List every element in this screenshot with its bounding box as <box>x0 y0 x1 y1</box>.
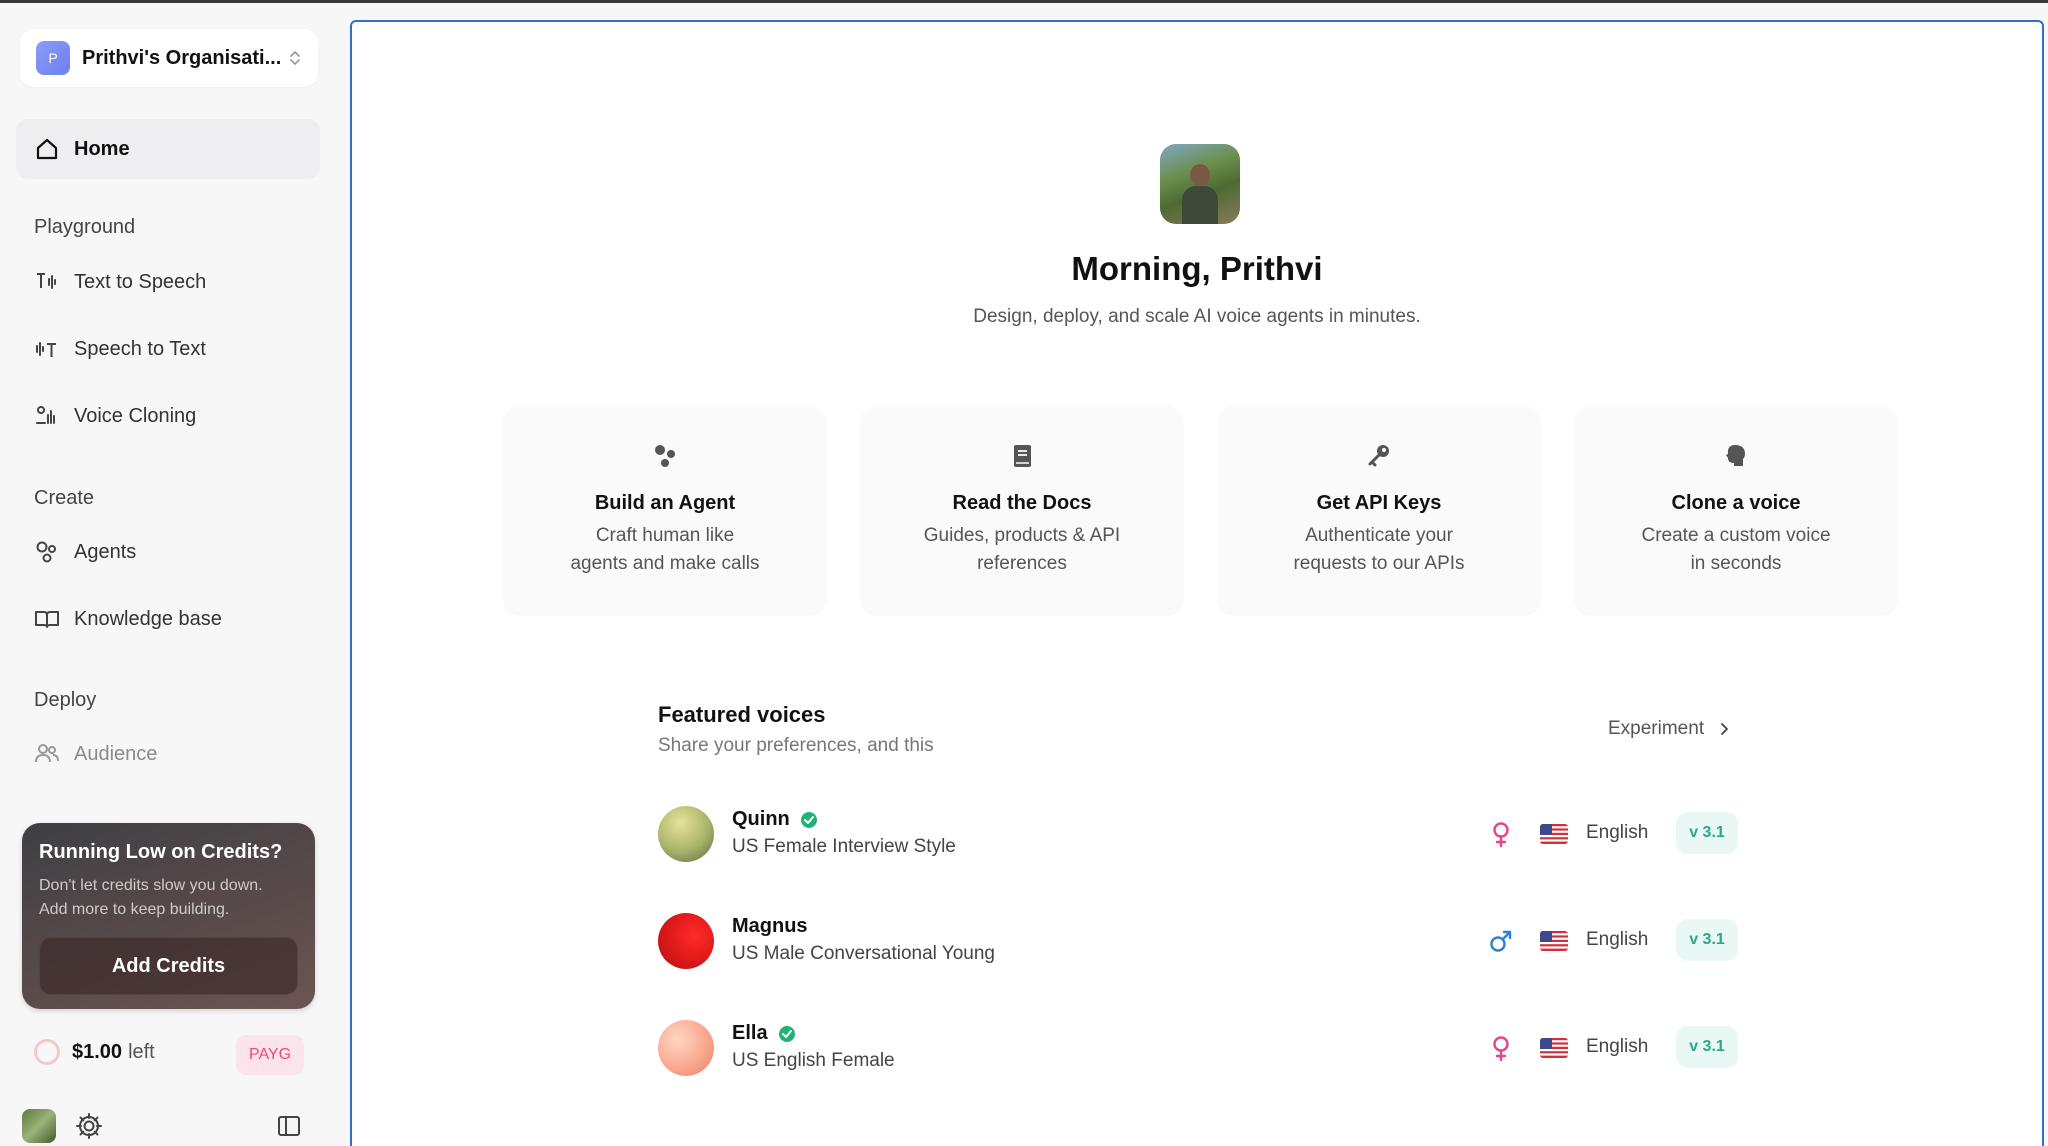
voice-name: Quinn <box>732 808 818 831</box>
card-description: Guides, products & API references <box>923 525 1121 574</box>
voice-language: English <box>1586 929 1649 950</box>
agents-icon <box>36 541 56 563</box>
low-credits-card: Running Low on Credits? Don't let credit… <box>22 823 315 1009</box>
us-flag-icon <box>1540 824 1568 844</box>
card-title: Build an Agent <box>594 492 736 514</box>
card-title: Read the Docs <box>952 492 1092 514</box>
sidebar-item-agents[interactable]: Agents <box>34 539 136 565</box>
verified-badge-icon <box>778 1025 795 1042</box>
org-name: Prithvi's Organisati... <box>82 46 282 69</box>
sidebar-item-home[interactable]: Home <box>16 119 320 179</box>
plan-badge[interactable]: PAYG <box>236 1035 304 1075</box>
profile-photo <box>1160 144 1240 224</box>
voice-row-quinn[interactable]: Quinn US Female Interview Style English … <box>658 806 1798 866</box>
verified-badge-icon <box>800 811 817 828</box>
voice-version-badge: v 3.1 <box>1676 812 1738 854</box>
voice-language: English <box>1586 1036 1649 1057</box>
balance-suffix: left <box>128 1040 155 1063</box>
card-description: Authenticate your requests to our APIs <box>1293 525 1465 574</box>
sidebar-item-knowledge-base[interactable]: Knowledge base <box>34 606 222 632</box>
credits-line-2: Add more to keep building. <box>39 901 230 918</box>
section-deploy: Deploy <box>34 689 97 711</box>
card-clone-voice[interactable]: Clone a voice Create a custom voice in se… <box>1575 406 1897 614</box>
credits-line-1: Don't let credits slow you down. <box>39 877 263 894</box>
book-open-icon <box>35 611 59 628</box>
voice-row-magnus[interactable]: Magnus US Male Conversational Young Engl… <box>658 913 1798 973</box>
sidebar-footer <box>22 1107 304 1143</box>
voice-avatar <box>658 913 714 969</box>
section-create: Create <box>34 487 95 509</box>
org-switcher[interactable]: P Prithvi's Organisati... <box>20 29 318 87</box>
voice-cloning-icon <box>36 406 55 424</box>
text-to-speech-icon <box>37 273 56 289</box>
voice-description: US Male Conversational Young <box>732 943 996 964</box>
org-avatar: P <box>36 41 70 75</box>
voice-avatar <box>658 806 714 862</box>
voice-description: US English Female <box>732 1050 895 1071</box>
sidebar-item-voice-cloning[interactable]: Voice Cloning <box>34 403 196 429</box>
voice-name: Magnus <box>732 915 808 937</box>
head-icon <box>1726 445 1745 466</box>
add-credits-button[interactable]: Add Credits <box>39 937 298 995</box>
sidebar-item-label: Agents <box>74 540 137 563</box>
section-playground: Playground <box>34 216 136 238</box>
male-icon <box>1490 930 1512 952</box>
experiment-label: Experiment <box>1608 718 1705 739</box>
greeting-subtitle: Design, deploy, and scale AI voice agent… <box>973 306 1421 327</box>
card-description: Craft human like agents and make calls <box>570 525 760 574</box>
chevron-right-icon <box>1721 723 1729 735</box>
female-icon <box>1493 822 1509 848</box>
card-description: Create a custom voice in seconds <box>1641 525 1831 574</box>
sidebar: P Prithvi's Organisati... Home Playgroun… <box>0 3 340 1146</box>
users-icon <box>35 744 59 763</box>
us-flag-icon <box>1540 1038 1568 1058</box>
voice-avatar <box>658 1020 714 1076</box>
sidebar-item-label: Speech to Text <box>74 337 206 360</box>
card-read-docs[interactable]: Read the Docs Guides, products & API refe… <box>861 406 1183 614</box>
featured-voices-subtitle: Share your preferences, and this <box>658 735 934 756</box>
sidebar-item-audience[interactable]: Audience <box>34 741 157 767</box>
speech-to-text-icon <box>36 342 56 357</box>
sidebar-item-speech-to-text[interactable]: Speech to Text <box>34 336 206 362</box>
featured-voices-title: Featured voices <box>658 702 826 727</box>
sidebar-item-label: Audience <box>74 742 158 765</box>
voice-version-badge: v 3.1 <box>1676 919 1738 961</box>
greeting-title: Morning, Prithvi <box>1071 250 1323 287</box>
voice-description: US Female Interview Style <box>732 836 956 857</box>
card-title: Clone a voice <box>1671 492 1801 514</box>
agent-icon <box>655 445 675 467</box>
voice-name: Ella <box>732 1022 796 1045</box>
chevron-updown-icon <box>290 51 300 65</box>
card-title: Get API Keys <box>1316 492 1442 514</box>
sidebar-item-label: Voice Cloning <box>74 404 197 427</box>
gear-icon[interactable] <box>74 1111 104 1141</box>
sidebar-toggle-icon[interactable] <box>276 1113 302 1139</box>
voice-language: English <box>1586 822 1649 843</box>
book-icon <box>1014 445 1031 467</box>
credit-balance: $1.00 left <box>34 1039 155 1065</box>
credits-title: Running Low on Credits? <box>39 841 283 863</box>
card-build-agent[interactable]: Build an Agent Craft human like agents an… <box>504 406 826 614</box>
key-icon <box>1368 445 1389 467</box>
sidebar-item-label: Home <box>74 137 130 160</box>
balance-ring-icon <box>34 1039 60 1065</box>
experiment-link[interactable]: Experiment <box>1608 718 1732 740</box>
female-icon <box>1493 1036 1509 1062</box>
main-content: Morning, Prithvi Design, deploy, and sca… <box>350 20 2044 1146</box>
sidebar-item-text-to-speech[interactable]: Text to Speech <box>34 269 206 295</box>
home-icon <box>36 138 58 160</box>
voice-version-badge: v 3.1 <box>1676 1026 1738 1068</box>
us-flag-icon <box>1540 931 1568 951</box>
sidebar-item-label: Text to Speech <box>74 270 207 293</box>
card-api-keys[interactable]: Get API Keys Authenticate your requests t… <box>1218 406 1540 614</box>
balance-amount: $1.00 <box>72 1040 123 1063</box>
voice-row-ella[interactable]: Ella US English Female English v 3.1 <box>658 1020 1798 1080</box>
sidebar-item-label: Knowledge base <box>74 607 222 630</box>
user-avatar[interactable] <box>22 1109 56 1143</box>
